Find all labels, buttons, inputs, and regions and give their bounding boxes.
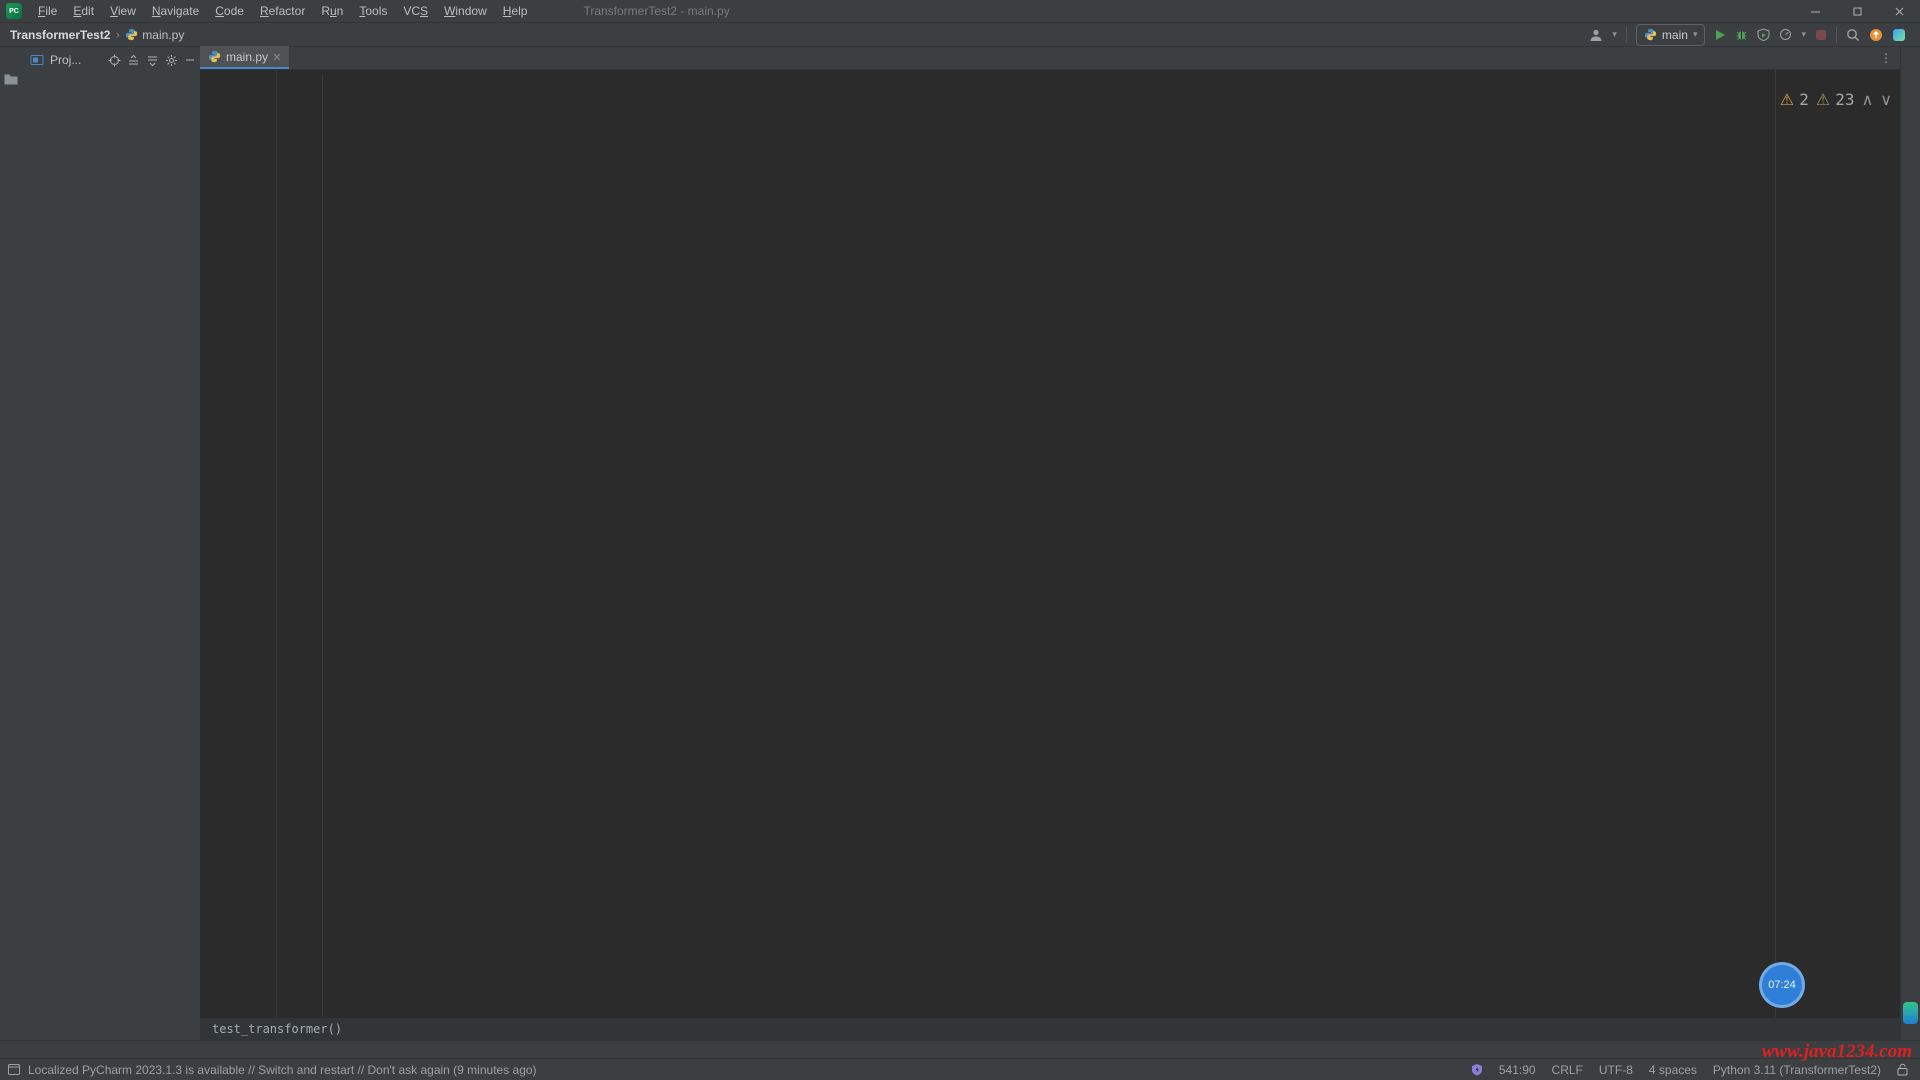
- menu-code[interactable]: Code: [207, 4, 252, 18]
- next-issue-icon[interactable]: ∨: [1880, 90, 1892, 109]
- user-icon[interactable]: [1589, 28, 1603, 42]
- project-panel: Proj...: [22, 47, 201, 1040]
- python-interpreter[interactable]: Python 3.11 (TransformerTest2): [1713, 1063, 1881, 1077]
- pycharm-window: { "window": { "logo_text": "PC", "title"…: [0, 0, 1920, 1080]
- tab-label: main.py: [226, 50, 268, 64]
- update-available-icon[interactable]: [1869, 28, 1883, 42]
- menu-help[interactable]: Help: [495, 4, 536, 18]
- menu-window[interactable]: Window: [436, 4, 495, 18]
- code-editor[interactable]: ⚠ 2 ⚠ 23 ∧ ∨: [200, 70, 1900, 1018]
- weak-warning-count: 23: [1835, 90, 1854, 109]
- python-file-icon: [208, 50, 221, 63]
- tool-window-bar: [0, 1040, 1920, 1059]
- divider: [1836, 27, 1837, 43]
- power-save-icon[interactable]: [1471, 1063, 1483, 1076]
- run-configuration-name: main: [1662, 28, 1688, 42]
- search-everywhere-icon[interactable]: [1846, 28, 1860, 42]
- tab-main-py[interactable]: main.py: [200, 46, 289, 69]
- menu-bar: FileEditViewNavigateCodeRefactorRunTools…: [30, 4, 535, 18]
- breadcrumb-method: test_transformer(): [212, 1022, 342, 1036]
- collapse-all-icon[interactable]: [146, 54, 159, 67]
- recording-timer: 07:24: [1759, 962, 1805, 1008]
- run-configuration-select[interactable]: main ▾: [1636, 24, 1706, 46]
- main-toolbar: TransformerTest2 › main.py ▾ main ▾ ▾: [0, 23, 1920, 47]
- file-encoding[interactable]: UTF-8: [1599, 1063, 1633, 1077]
- breadcrumb-project[interactable]: TransformerTest2: [10, 28, 110, 42]
- hide-panel-icon[interactable]: [184, 54, 196, 66]
- locate-file-icon[interactable]: [108, 54, 121, 67]
- expand-all-icon[interactable]: [127, 54, 140, 67]
- warning-count: 2: [1799, 90, 1809, 109]
- coverage-button[interactable]: [1757, 28, 1770, 41]
- menu-vcs[interactable]: VCS: [395, 4, 436, 18]
- window-controls: [1794, 0, 1920, 22]
- indent-setting[interactable]: 4 spaces: [1649, 1063, 1697, 1077]
- gutter-separator: [276, 70, 277, 1018]
- status-bar: Localized PyCharm 2023.1.3 is available …: [0, 1058, 1920, 1080]
- stop-button[interactable]: [1815, 29, 1827, 41]
- project-tab-icon[interactable]: [30, 54, 44, 67]
- menu-view[interactable]: View: [102, 4, 144, 18]
- caret-position[interactable]: 541:90: [1499, 1063, 1536, 1077]
- close-tab-icon[interactable]: [273, 53, 281, 61]
- timer-value: 07:24: [1768, 979, 1796, 991]
- menu-navigate[interactable]: Navigate: [144, 4, 207, 18]
- folder-icon: [4, 73, 18, 85]
- event-log-icon[interactable]: [8, 1064, 20, 1075]
- maximize-button[interactable]: [1836, 0, 1878, 22]
- debug-button[interactable]: [1735, 28, 1748, 41]
- weak-warning-icon: ⚠: [1816, 90, 1835, 109]
- chevron-down-icon: ▾: [1612, 30, 1617, 40]
- menu-run[interactable]: Run: [313, 4, 351, 18]
- divider: [1626, 27, 1627, 43]
- title-bar: PC FileEditViewNavigateCodeRefactorRunTo…: [0, 0, 1920, 23]
- right-tool-stripe: [1900, 47, 1920, 1040]
- profiler-button[interactable]: [1779, 28, 1792, 41]
- editor-area: main.py ⋮ ⚠ 2 ⚠ 23 ∧ ∨ test_transformer(…: [200, 47, 1900, 1040]
- menu-tools[interactable]: Tools: [351, 4, 395, 18]
- gear-icon[interactable]: [165, 54, 178, 67]
- pycharm-logo-icon: PC: [6, 3, 22, 19]
- indent-guide: [322, 74, 323, 1018]
- menu-refactor[interactable]: Refactor: [252, 4, 313, 18]
- editor-breadcrumb[interactable]: test_transformer(): [200, 1017, 1900, 1040]
- breadcrumb-file[interactable]: main.py: [142, 28, 184, 42]
- minimize-button[interactable]: [1794, 0, 1836, 22]
- left-tool-stripe: [0, 47, 23, 1040]
- commit-stripe-button[interactable]: [0, 73, 22, 85]
- lock-icon[interactable]: [1897, 1063, 1908, 1076]
- run-button[interactable]: [1714, 29, 1726, 41]
- toolbar-actions: ▾ main ▾ ▾: [1589, 24, 1920, 46]
- python-file-icon: [125, 28, 138, 41]
- right-margin-guide: [1775, 70, 1776, 1018]
- inspections-widget[interactable]: ⚠ 2 ⚠ 23 ∧ ∨: [1780, 90, 1892, 109]
- ai-chat-floating-icon[interactable]: [1903, 1002, 1918, 1024]
- project-panel-header: Proj...: [22, 47, 200, 73]
- python-file-icon: [1644, 28, 1657, 41]
- project-panel-title[interactable]: Proj...: [50, 53, 81, 67]
- ai-assistant-icon[interactable]: [1892, 28, 1906, 42]
- status-message[interactable]: Localized PyCharm 2023.1.3 is available …: [28, 1063, 537, 1077]
- warning-icon: ⚠: [1780, 90, 1799, 109]
- tab-options-kebab-icon[interactable]: ⋮: [1880, 51, 1892, 65]
- close-button[interactable]: [1878, 0, 1920, 22]
- menu-file[interactable]: File: [30, 4, 65, 18]
- menu-edit[interactable]: Edit: [65, 4, 102, 18]
- watermark: www.java1234.com: [1762, 1041, 1912, 1063]
- window-title: TransformerTest2 - main.py: [583, 4, 729, 18]
- chevron-down-icon: ▾: [1693, 30, 1698, 40]
- prev-issue-icon[interactable]: ∧: [1862, 90, 1874, 109]
- chevron-down-icon: ▾: [1801, 30, 1806, 40]
- breadcrumb-separator: ›: [115, 28, 120, 42]
- line-ending[interactable]: CRLF: [1552, 1063, 1583, 1077]
- editor-tab-bar: main.py ⋮: [200, 47, 1900, 70]
